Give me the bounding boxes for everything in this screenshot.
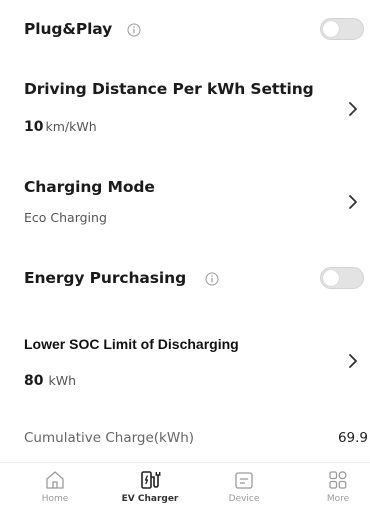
home-icon bbox=[46, 471, 64, 489]
energy-purchasing-label: Energy Purchasing bbox=[24, 269, 187, 287]
tab-home[interactable]: Home bbox=[20, 469, 90, 504]
bottom-tab-bar: Home EV Charger Device More bbox=[0, 462, 370, 512]
ev-charger-icon bbox=[141, 471, 161, 489]
cumulative-charge-value: 69.9 bbox=[337, 430, 368, 446]
plug-play-label: Plug&Play bbox=[24, 20, 113, 38]
tab-more-label: More bbox=[326, 494, 350, 504]
charging-mode-value: Eco Charging bbox=[24, 210, 107, 225]
lower-soc-number: 80 bbox=[24, 373, 44, 389]
tab-device-label: Device bbox=[228, 494, 260, 504]
driving-distance-value: 10 km/kWh bbox=[24, 116, 97, 135]
cumulative-charge-label: Cumulative Charge(kWh) bbox=[24, 430, 195, 446]
info-icon[interactable] bbox=[127, 22, 141, 41]
tab-device[interactable]: Device bbox=[209, 469, 279, 504]
lower-soc-title: Lower SOC Limit of Discharging bbox=[24, 336, 239, 352]
lower-soc-row[interactable]: Lower SOC Limit of Discharging 80 kWh bbox=[0, 336, 370, 392]
lower-soc-value: 80 kWh bbox=[24, 370, 76, 389]
driving-distance-number: 10 bbox=[24, 119, 44, 135]
charging-mode-title: Charging Mode bbox=[24, 178, 155, 196]
tab-more[interactable]: More bbox=[303, 469, 370, 504]
driving-distance-title: Driving Distance Per kWh Setting bbox=[24, 80, 314, 98]
grid-icon bbox=[329, 471, 347, 489]
toggle-knob bbox=[323, 270, 339, 286]
driving-distance-unit: km/kWh bbox=[45, 119, 97, 134]
tab-ev-charger-label: EV Charger bbox=[121, 494, 179, 504]
driving-distance-row[interactable]: Driving Distance Per kWh Setting 10 km/kW… bbox=[0, 78, 370, 138]
chevron-right-icon bbox=[349, 354, 357, 368]
chevron-right-icon bbox=[349, 102, 357, 116]
tab-ev-charger[interactable]: EV Charger bbox=[115, 469, 185, 504]
plug-play-toggle[interactable] bbox=[320, 18, 364, 40]
charging-mode-row[interactable]: Charging Mode Eco Charging bbox=[0, 176, 370, 230]
tab-home-label: Home bbox=[41, 494, 69, 504]
energy-purchasing-row: Energy Purchasing bbox=[0, 267, 370, 291]
chevron-right-icon bbox=[349, 195, 357, 209]
lower-soc-unit: kWh bbox=[48, 373, 77, 388]
toggle-knob bbox=[323, 21, 339, 37]
plug-play-row: Plug&Play bbox=[0, 18, 370, 42]
info-icon[interactable] bbox=[205, 271, 219, 290]
device-icon bbox=[235, 472, 253, 489]
energy-purchasing-toggle[interactable] bbox=[320, 267, 364, 289]
cumulative-charge-row: Cumulative Charge(kWh) 69.9 bbox=[0, 430, 370, 450]
